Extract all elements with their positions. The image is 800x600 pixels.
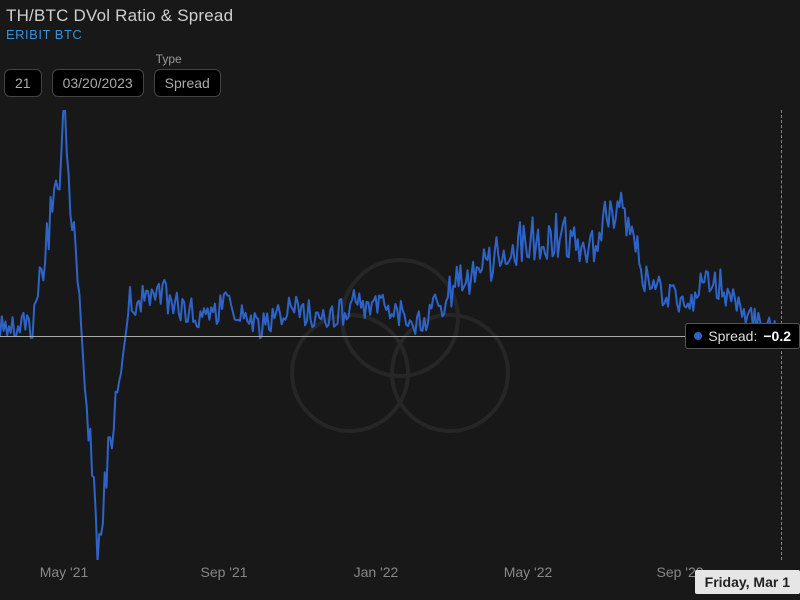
value-tooltip: Spread: −0.2 (685, 323, 800, 349)
type-label: Type (154, 52, 221, 66)
date-start-picker[interactable]: 21 (4, 69, 42, 97)
x-tick: Jan '22 (354, 564, 399, 580)
chart-subtitle: ERIBIT BTC (6, 27, 794, 42)
tooltip-label: Spread: (708, 328, 757, 344)
type-selector[interactable]: Spread (154, 69, 221, 97)
tooltip-value: −0.2 (763, 328, 791, 344)
chart-panel: TH/BTC DVol Ratio & Spread ERIBIT BTC 21… (0, 0, 800, 600)
series-dot-icon (694, 332, 702, 340)
zero-baseline (0, 336, 800, 337)
chart-plot-area[interactable]: Spread: −0.2 (0, 110, 800, 560)
crosshair-date-flag: Friday, Mar 1 (695, 570, 800, 594)
chart-title: TH/BTC DVol Ratio & Spread (6, 6, 794, 26)
date-end-picker[interactable]: 03/20/2023 (52, 69, 144, 97)
x-tick: Sep '21 (200, 564, 247, 580)
x-tick: May '21 (40, 564, 89, 580)
x-tick: May '22 (504, 564, 553, 580)
date-start-group: 21 (4, 69, 42, 97)
controls-row: 21 03/20/2023 Type Spread (0, 44, 800, 97)
date-end-group: 03/20/2023 (52, 69, 144, 97)
type-group: Type Spread (154, 52, 221, 97)
chart-header: TH/BTC DVol Ratio & Spread ERIBIT BTC (0, 0, 800, 44)
x-axis: May '21Sep '21Jan '22May '22Sep '22 (0, 564, 800, 590)
